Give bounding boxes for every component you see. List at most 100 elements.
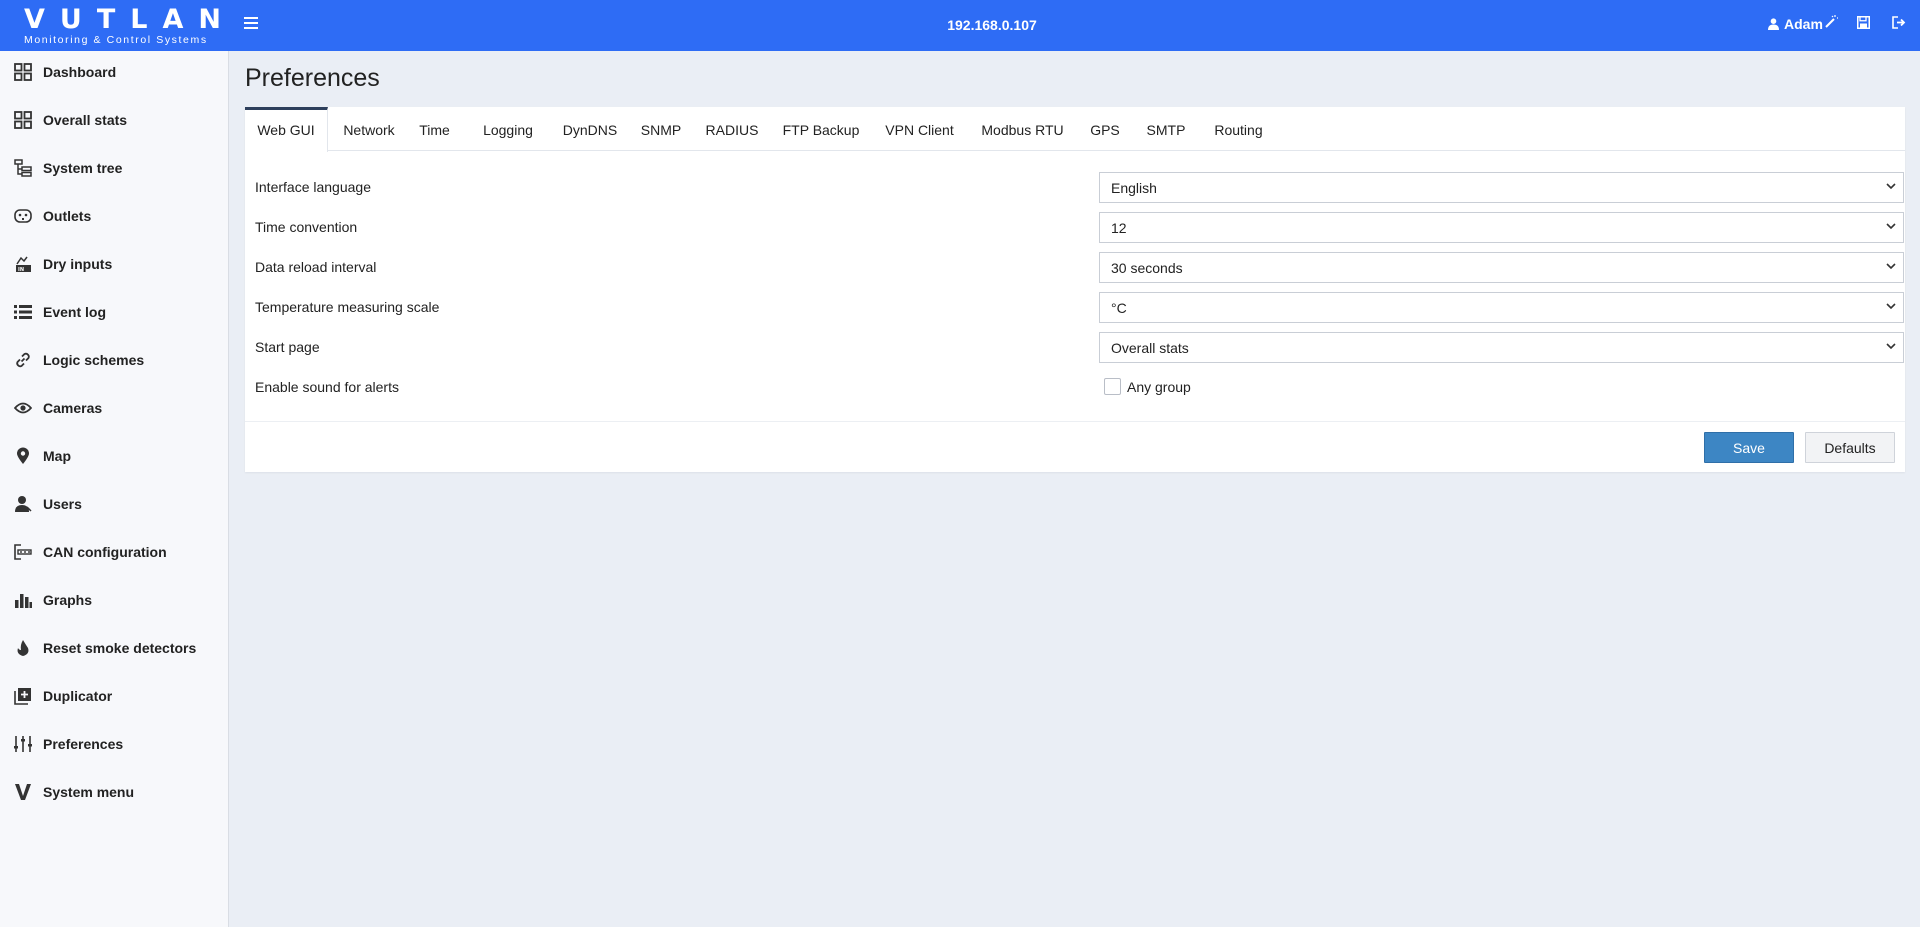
sidebar-item-duplicator[interactable]: Duplicator	[0, 680, 229, 712]
chevron-down-icon	[1886, 303, 1896, 310]
sidebar-item-dashboard[interactable]: Dashboard	[0, 56, 229, 88]
tab-web-gui[interactable]: Web GUI	[245, 107, 328, 152]
temperature-scale-select[interactable]: °C	[1099, 292, 1904, 323]
sidebar-item-label: Event log	[43, 304, 107, 320]
save-icon[interactable]	[1857, 16, 1870, 29]
defaults-button[interactable]: Defaults	[1805, 432, 1895, 463]
tab-time[interactable]: Time	[410, 107, 459, 151]
select-value: 12	[1111, 220, 1127, 236]
sidebar-item-label: Outlets	[43, 208, 92, 224]
sidebar-item-label: Dashboard	[43, 64, 117, 80]
sidebar-item-label: CAN configuration	[43, 544, 167, 560]
sidebar-item-outlets[interactable]: Outlets	[0, 200, 229, 232]
user-icon	[1768, 18, 1779, 30]
tab-bar: Web GUI Network Time Logging DynDNS SNMP…	[245, 107, 1905, 152]
sidebar: Dashboard Overall stats System tree Outl…	[0, 51, 229, 927]
field-label: Data reload interval	[255, 259, 377, 275]
checkbox-label: Any group	[1127, 378, 1191, 395]
sidebar-item-event-log[interactable]: Event log	[0, 296, 229, 328]
tab-radius[interactable]: RADIUS	[693, 107, 771, 151]
any-group-checkbox[interactable]	[1104, 378, 1121, 395]
sidebar-item-label: Dry inputs	[43, 256, 113, 272]
field-row-temperature-scale: Temperature measuring scale °C	[255, 292, 1905, 324]
tab-smtp[interactable]: SMTP	[1133, 107, 1199, 151]
tab-dyndns[interactable]: DynDNS	[551, 107, 629, 151]
any-group-checkbox-wrap[interactable]: Any group	[1104, 378, 1191, 395]
tab-gps[interactable]: GPS	[1077, 107, 1133, 151]
user-menu[interactable]: Adam	[1768, 16, 1823, 32]
sidebar-item-system-tree[interactable]: System tree	[0, 152, 229, 184]
tab-ftp-backup[interactable]: FTP Backup	[771, 107, 871, 151]
sidebar-item-label: Preferences	[43, 736, 124, 752]
chevron-down-icon	[1886, 343, 1896, 350]
eye-icon	[13, 398, 33, 418]
field-label: Enable sound for alerts	[255, 379, 399, 395]
list-icon	[13, 302, 33, 322]
sidebar-item-label: Cameras	[43, 400, 103, 416]
sliders-icon	[13, 734, 33, 754]
field-row-data-reload-interval: Data reload interval 30 seconds	[255, 252, 1905, 284]
device-ip: 192.168.0.107	[947, 17, 1037, 33]
field-label: Time convention	[255, 219, 358, 235]
bar-chart-icon	[13, 590, 33, 610]
user-name: Adam	[1784, 16, 1823, 32]
users-icon	[13, 494, 33, 514]
tab-logging[interactable]: Logging	[472, 107, 544, 151]
field-row-time-convention: Time convention 12	[255, 212, 1905, 244]
tree-icon	[13, 158, 33, 178]
select-value: 30 seconds	[1111, 260, 1183, 276]
divider	[245, 421, 1905, 422]
sidebar-item-can-configuration[interactable]: CAN configuration	[0, 536, 229, 568]
data-reload-interval-select[interactable]: 30 seconds	[1099, 252, 1904, 283]
sidebar-item-system-menu[interactable]: System menu	[0, 776, 229, 808]
save-button[interactable]: Save	[1704, 432, 1794, 463]
logout-icon[interactable]	[1892, 16, 1906, 29]
outlet-icon	[13, 206, 33, 226]
tab-snmp[interactable]: SNMP	[629, 107, 693, 151]
select-value: Overall stats	[1111, 340, 1189, 356]
tab-routing[interactable]: Routing	[1199, 107, 1278, 151]
sidebar-item-logic-schemes[interactable]: Logic schemes	[0, 344, 229, 376]
page-title: Preferences	[245, 64, 380, 92]
field-label: Temperature measuring scale	[255, 299, 440, 315]
can-icon	[13, 542, 33, 562]
tab-modbus-rtu[interactable]: Modbus RTU	[968, 107, 1077, 151]
chevron-down-icon	[1886, 183, 1896, 190]
sidebar-item-label: Users	[43, 496, 82, 512]
start-page-select[interactable]: Overall stats	[1099, 332, 1904, 363]
sidebar-item-label: System menu	[43, 784, 135, 800]
logo-subtitle: Monitoring & Control Systems	[24, 34, 208, 46]
dashboard-icon	[13, 62, 33, 82]
sidebar-item-dry-inputs[interactable]: IN Dry inputs	[0, 248, 229, 280]
grid-icon	[13, 110, 33, 130]
field-row-start-page: Start page Overall stats	[255, 332, 1905, 364]
svg-text:IN: IN	[18, 267, 24, 273]
sidebar-item-label: Duplicator	[43, 688, 113, 704]
sidebar-item-cameras[interactable]: Cameras	[0, 392, 229, 424]
interface-language-select[interactable]: English	[1099, 172, 1904, 203]
sidebar-item-label: Overall stats	[43, 112, 128, 128]
field-label: Interface language	[255, 179, 371, 195]
sidebar-item-preferences[interactable]: Preferences	[0, 728, 229, 760]
sidebar-item-label: Map	[43, 448, 71, 464]
field-label: Start page	[255, 339, 320, 355]
link-icon	[13, 350, 33, 370]
tab-network[interactable]: Network	[328, 107, 410, 151]
sidebar-item-users[interactable]: Users	[0, 488, 229, 520]
sidebar-item-graphs[interactable]: Graphs	[0, 584, 229, 616]
field-row-enable-sound: Enable sound for alerts Any group	[255, 372, 1905, 404]
sidebar-item-label: Graphs	[43, 592, 93, 608]
tab-vpn-client[interactable]: VPN Client	[871, 107, 968, 151]
sidebar-item-map[interactable]: Map	[0, 440, 229, 472]
flame-icon	[13, 638, 33, 658]
select-value: English	[1111, 180, 1157, 196]
dry-input-icon: IN	[13, 254, 33, 274]
sidebar-item-label: Logic schemes	[43, 352, 145, 368]
time-convention-select[interactable]: 12	[1099, 212, 1904, 243]
sidebar-item-label: System tree	[43, 160, 123, 176]
magic-wand-icon[interactable]	[1823, 14, 1839, 30]
select-value: °C	[1111, 300, 1127, 316]
sidebar-item-reset-smoke-detectors[interactable]: Reset smoke detectors	[0, 632, 229, 664]
chevron-down-icon	[1886, 263, 1896, 270]
sidebar-item-overall-stats[interactable]: Overall stats	[0, 104, 229, 136]
